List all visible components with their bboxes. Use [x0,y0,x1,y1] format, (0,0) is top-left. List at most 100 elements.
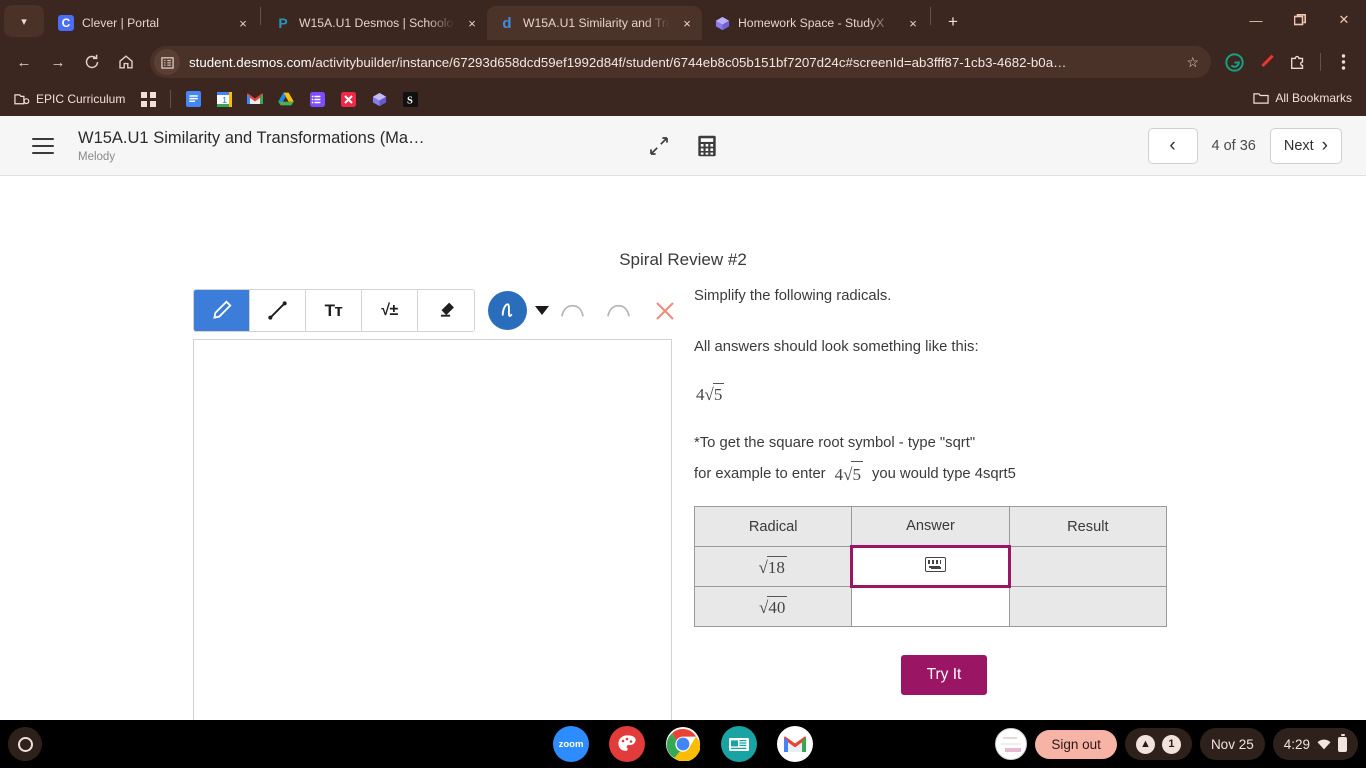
previous-screen-button[interactable]: ‹ [1147,127,1198,164]
tab-close-button[interactable]: × [904,14,922,32]
red-x-icon [340,91,356,107]
answer-input-cell-1[interactable] [850,545,1011,588]
redo-button[interactable] [595,291,641,331]
bookmark-epic-curriculum[interactable]: EPIC Curriculum [8,88,131,110]
column-header-radical: Radical [693,506,853,547]
sketch-tool-group: Tᴛ √± [193,289,475,332]
bookmark-divider [170,90,172,108]
radicand-value: 18 [766,555,787,577]
hamburger-menu-icon[interactable] [32,137,54,154]
news-app-icon[interactable] [721,726,757,762]
bookmark-keep-list[interactable] [303,88,331,110]
browser-tab-2[interactable]: P W15A.U1 Desmos | Schoology × [263,6,487,40]
tab-title: W15A.U1 Similarity and Transf [523,16,670,30]
tab-close-button[interactable]: × [678,14,696,32]
new-tab-button[interactable]: + [939,8,967,36]
bookmark-google-drive[interactable] [272,88,300,110]
text-tool-button[interactable]: Tᴛ [306,290,362,331]
bookmark-black-s[interactable]: S [396,88,424,110]
extensions-icon[interactable] [1283,47,1313,77]
svg-text:S: S [407,95,413,106]
bookmark-gmail[interactable] [241,88,269,110]
tab-search-chevron-icon[interactable]: ▾ [4,5,44,37]
next-label: Next [1283,137,1314,154]
screen-counter: 4 of 36 [1211,137,1256,154]
forward-button[interactable]: → [42,46,74,78]
next-screen-button[interactable]: Next › [1269,127,1342,164]
sketch-canvas[interactable] [193,339,672,720]
question-panel: Simplify the following radicals. All ans… [693,286,1194,695]
bookmark-google-docs[interactable] [179,88,207,110]
launcher-button[interactable] [8,727,42,761]
chevron-down-icon[interactable] [535,306,549,315]
browser-tab-4[interactable]: Homework Space - StudyX × [702,6,928,40]
calculator-icon[interactable] [697,135,717,157]
undo-button[interactable] [549,291,595,331]
pencil-tool-button[interactable] [194,290,250,331]
bookmark-apps-grid[interactable] [134,88,162,110]
radical-expression: √40 [759,595,788,618]
gmail-app-icon[interactable] [777,726,813,762]
activity-header: W15A.U1 Similarity and Transformations (… [0,116,1366,176]
date-pill[interactable]: Nov 25 [1199,728,1265,760]
bookmarks-bar: EPIC Curriculum 1 S All Bookmarks [0,84,1366,114]
all-bookmarks-button[interactable]: All Bookmarks [1247,87,1358,109]
tab-close-button[interactable]: × [463,14,481,32]
canvas-paint-app-icon[interactable] [609,726,645,762]
pen-style-button[interactable] [488,291,527,330]
marker-pen-icon[interactable] [1251,47,1281,77]
activity-workspace: Spiral Review #2 Tᴛ √± Simplify the foll… [0,176,1366,720]
toolbar-divider [1320,53,1321,71]
result-cell-2 [1008,586,1168,627]
back-button[interactable]: ← [8,46,40,78]
chrome-app-icon[interactable] [665,726,701,762]
tab-title: Homework Space - StudyX [738,16,885,30]
math-tool-button[interactable]: √± [362,290,418,331]
grammarly-icon[interactable] [1219,47,1249,77]
google-drive-icon [278,91,295,107]
apps-grid-icon [140,91,156,107]
minimize-button[interactable]: — [1234,2,1278,38]
notifications-pill[interactable]: ▲ 1 [1124,728,1192,760]
radical-expression: √18 [758,555,787,578]
try-it-button[interactable]: Try It [900,655,988,695]
home-button[interactable] [110,46,142,78]
close-button[interactable]: ✕ [1322,2,1366,38]
tab-close-button[interactable]: × [234,14,252,32]
note-radicand: 5 [851,461,863,488]
clear-sketch-button[interactable] [645,291,685,331]
line-tool-button[interactable] [250,290,306,331]
address-bar[interactable]: student.desmos.com/activitybuilder/insta… [150,46,1211,78]
restore-button[interactable] [1278,2,1322,38]
studyx-cube-icon [371,91,387,107]
reload-button[interactable] [76,46,108,78]
screenshot-thumbnail[interactable] [995,728,1028,760]
chromeos-shelf: zoom Sign out ▲ 1 Nov 25 4:29 [0,720,1366,768]
bookmark-red-x[interactable] [334,88,362,110]
zoom-app-label: zoom [558,738,584,750]
system-tray[interactable]: 4:29 [1272,728,1358,760]
site-info-icon[interactable] [154,49,180,75]
question-note-line-2: for example to enter 4√5 you would type … [694,461,1194,488]
chrome-menu-icon[interactable] [1328,47,1358,77]
question-note-line-1: *To get the square root symbol - type "s… [694,434,976,451]
google-calendar-icon: 1 [216,91,232,107]
desmos-activity-page: W15A.U1 Similarity and Transformations (… [0,116,1366,720]
sign-out-button[interactable]: Sign out [1035,729,1117,759]
bookmark-star-icon[interactable]: ☆ [1184,54,1201,71]
browser-tab-1[interactable]: C Clever | Portal × [46,6,258,40]
eraser-tool-button[interactable] [418,290,474,331]
answer-input-cell-2[interactable] [851,586,1010,627]
expand-arrows-icon[interactable] [649,136,669,156]
bookmark-google-calendar[interactable]: 1 [210,88,238,110]
radicals-table: Radical Answer Result √18 √40 [693,506,1168,627]
zoom-app-icon[interactable]: zoom [553,726,589,762]
all-bookmarks-label: All Bookmarks [1275,91,1352,105]
svg-text:1: 1 [222,95,227,105]
schoology-icon: P [278,15,288,31]
bookmark-studyx[interactable] [365,88,393,110]
keyboard-icon[interactable] [924,556,946,572]
browser-tab-3-active[interactable]: d W15A.U1 Similarity and Transf × [487,6,702,40]
clever-icon: C [58,15,74,31]
header-center-tools [649,135,717,157]
